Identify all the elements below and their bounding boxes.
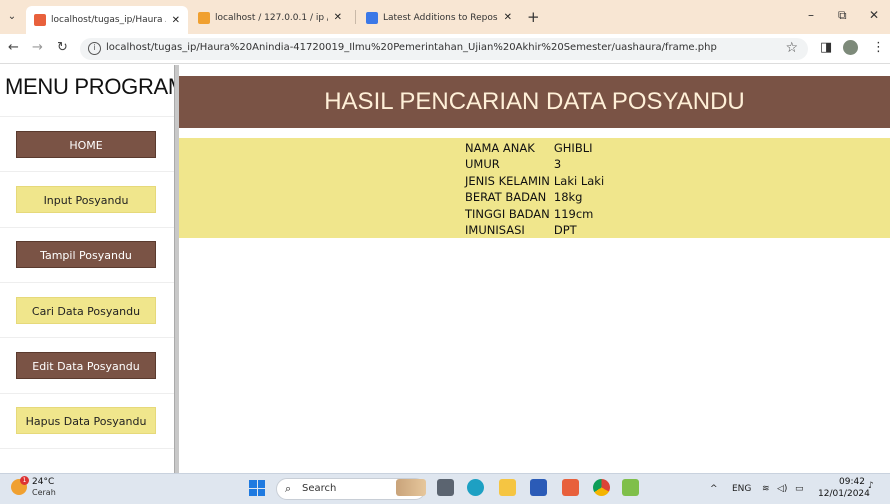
field-label: IMUNISASI bbox=[465, 223, 525, 238]
edit-data-posyandu-button[interactable]: Edit Data Posyandu bbox=[16, 352, 156, 379]
reload-icon[interactable]: ↻ bbox=[57, 40, 68, 55]
table-row: UMUR 3 bbox=[463, 156, 606, 172]
edge-browser-icon[interactable] bbox=[467, 479, 484, 496]
wifi-icon[interactable]: ≋ bbox=[762, 484, 770, 494]
table-row: NAMA ANAK GHIBLI bbox=[463, 140, 606, 156]
tab-title: localhost / 127.0.0.1 / ip / perce bbox=[215, 12, 328, 23]
menu-divider bbox=[0, 116, 174, 117]
profile-avatar[interactable] bbox=[843, 40, 858, 55]
table-row: TINGGI BADAN 119cm bbox=[463, 206, 606, 222]
menu-divider bbox=[0, 227, 174, 228]
field-label: BERAT BADAN bbox=[465, 190, 547, 205]
field-value: 18kg bbox=[553, 190, 583, 205]
menu-divider bbox=[0, 393, 174, 394]
phpmyadmin-favicon-icon bbox=[198, 11, 210, 24]
notepad-plus-icon[interactable] bbox=[622, 479, 639, 496]
tab-search-chevron-icon[interactable]: ⌄ bbox=[4, 9, 20, 25]
task-view-icon[interactable] bbox=[437, 479, 454, 496]
field-value: 119cm bbox=[553, 206, 594, 221]
tab-repository[interactable]: Latest Additions to Repository ✕ bbox=[358, 5, 520, 30]
field-value: Laki Laki bbox=[553, 173, 605, 188]
tab-title: Latest Additions to Repository bbox=[383, 12, 498, 23]
field-label: UMUR bbox=[465, 157, 500, 172]
home-button[interactable]: HOME bbox=[16, 131, 156, 158]
minimize-icon[interactable]: – bbox=[808, 8, 814, 22]
tampil-posyandu-button[interactable]: Tampil Posyandu bbox=[16, 241, 156, 268]
xampp-icon[interactable] bbox=[562, 479, 579, 496]
site-info-icon[interactable]: i bbox=[88, 42, 101, 55]
search-highlight-icon bbox=[396, 479, 426, 496]
file-explorer-icon[interactable] bbox=[499, 479, 516, 496]
language-indicator[interactable]: ENG bbox=[732, 484, 751, 494]
field-label: NAMA ANAK bbox=[465, 141, 535, 155]
search-placeholder: Search bbox=[302, 483, 337, 494]
page-title: HASIL PENCARIAN DATA POSYANDU bbox=[324, 88, 745, 115]
menu-divider bbox=[0, 448, 174, 449]
field-label: TINGGI BADAN bbox=[465, 206, 550, 221]
tab-close-icon[interactable]: ✕ bbox=[504, 12, 512, 23]
more-menu-icon[interactable]: ⋮ bbox=[872, 40, 885, 55]
tab-title: localhost/tugas_ip/Haura Anindi bbox=[51, 15, 166, 25]
word-icon[interactable] bbox=[530, 479, 547, 496]
bookmark-star-icon[interactable]: ☆ bbox=[785, 40, 798, 56]
tray-chevron-icon[interactable]: ^ bbox=[710, 484, 718, 494]
tab-phpmyadmin[interactable]: localhost / 127.0.0.1 / ip / perce ✕ bbox=[190, 5, 350, 30]
tab-close-icon[interactable]: ✕ bbox=[172, 15, 180, 26]
tab-close-icon[interactable]: ✕ bbox=[334, 12, 342, 23]
cari-data-posyandu-button[interactable]: Cari Data Posyandu bbox=[16, 297, 156, 324]
clock-time[interactable]: 09:42 bbox=[839, 477, 865, 487]
side-panel-icon[interactable]: ◨ bbox=[820, 40, 832, 55]
field-label: JENIS KELAMIN bbox=[465, 173, 550, 188]
start-windows-icon[interactable] bbox=[249, 480, 265, 496]
table-row: JENIS KELAMIN Laki Laki bbox=[463, 173, 606, 189]
url-text[interactable]: localhost/tugas_ip/Haura%20Anindia-41720… bbox=[106, 42, 717, 53]
back-arrow-icon[interactable]: ← bbox=[8, 40, 19, 55]
clock-date[interactable]: 12/01/2024 bbox=[818, 489, 870, 499]
table-row: BERAT BADAN 18kg bbox=[463, 189, 606, 205]
tab-separator bbox=[355, 10, 356, 24]
battery-icon[interactable]: ▭ bbox=[795, 484, 804, 494]
menu-title: MENU PROGRAM bbox=[5, 74, 186, 99]
input-posyandu-button[interactable]: Input Posyandu bbox=[16, 186, 156, 213]
field-value: DPT bbox=[553, 223, 577, 238]
hapus-data-posyandu-button[interactable]: Hapus Data Posyandu bbox=[16, 407, 156, 434]
new-tab-icon[interactable]: + bbox=[527, 8, 540, 26]
forward-arrow-icon[interactable]: → bbox=[32, 40, 43, 55]
table-row: IMUNISASI DPT bbox=[463, 222, 606, 238]
notification-badge: 1 bbox=[20, 476, 29, 485]
document-favicon-icon bbox=[366, 11, 378, 24]
notification-bell-icon[interactable]: ♪ bbox=[868, 481, 874, 491]
chrome-icon[interactable] bbox=[593, 479, 610, 496]
address-bar[interactable]: i localhost/tugas_ip/Haura%20Anindia-417… bbox=[80, 38, 808, 60]
field-value: 3 bbox=[553, 157, 562, 172]
restore-icon[interactable]: ⧉ bbox=[838, 8, 847, 23]
weather-description[interactable]: Cerah bbox=[32, 488, 56, 497]
app-favicon-icon bbox=[34, 14, 46, 26]
menu-divider bbox=[0, 337, 174, 338]
window-close-icon[interactable]: ✕ bbox=[869, 8, 879, 22]
result-table: NAMA ANAK GHIBLI UMUR 3 JENIS KELAMIN La… bbox=[463, 140, 606, 238]
volume-icon[interactable]: ◁) bbox=[777, 484, 787, 494]
menu-divider bbox=[0, 171, 174, 172]
menu-divider bbox=[0, 282, 174, 283]
weather-temperature[interactable]: 24°C bbox=[32, 477, 54, 487]
tab-localhost-tugas[interactable]: localhost/tugas_ip/Haura Anindi ✕ bbox=[26, 6, 188, 34]
search-icon: ⌕ bbox=[285, 482, 292, 495]
field-value: GHIBLI bbox=[553, 141, 593, 155]
